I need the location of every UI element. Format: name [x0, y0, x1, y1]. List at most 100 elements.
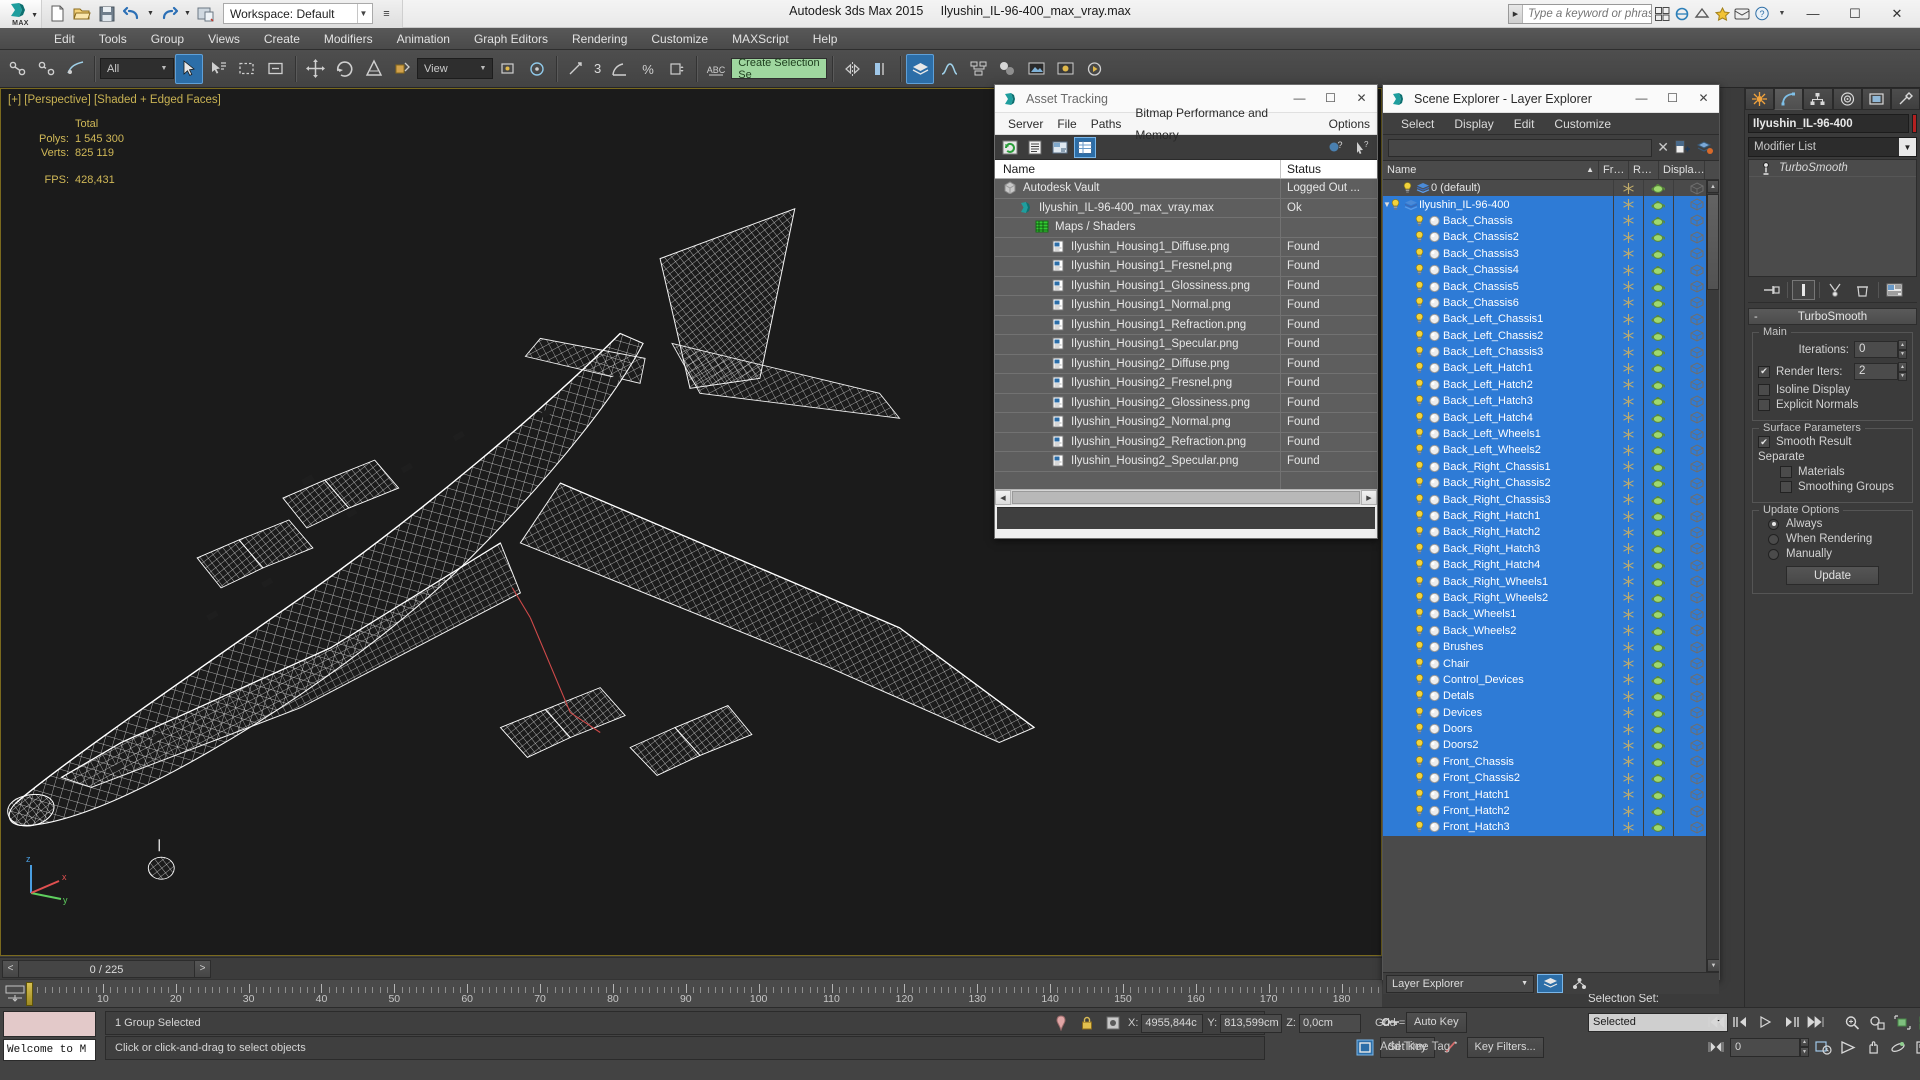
frozen-toggle-icon[interactable] — [1613, 590, 1643, 606]
grid-view-icon[interactable] — [1074, 137, 1096, 158]
maximize-button[interactable]: ☐ — [1834, 0, 1876, 27]
renderable-toggle-icon[interactable] — [1643, 196, 1673, 212]
scene-explorer-close[interactable]: ✕ — [1688, 85, 1719, 112]
asset-row[interactable]: Ilyushin_Housing1_Refraction.pngFound — [995, 316, 1377, 336]
lightbulb-icon[interactable] — [1413, 362, 1426, 374]
asset-row[interactable]: Ilyushin_Housing2_Glossiness.pngFound — [995, 394, 1377, 414]
renderable-toggle-icon[interactable] — [1643, 672, 1673, 688]
scene-explorer-minimize[interactable]: — — [1626, 85, 1657, 112]
redo-button[interactable] — [158, 3, 180, 25]
scene-explorer-row[interactable]: Back_Chassis2 — [1383, 229, 1719, 245]
scene-explorer-row[interactable]: 0 (default) — [1383, 180, 1719, 196]
signin-icon[interactable] — [1732, 3, 1752, 25]
renderable-toggle-icon[interactable] — [1643, 262, 1673, 278]
object-name-field[interactable] — [1748, 114, 1909, 133]
frozen-toggle-icon[interactable] — [1613, 377, 1643, 393]
workspace-selector[interactable]: Workspace: Default ▼ — [223, 3, 373, 24]
se-column-renderable[interactable]: R… — [1629, 161, 1659, 179]
select-and-place-button[interactable] — [388, 54, 416, 84]
asset-menu-bitmap-performance-and-memory[interactable]: Bitmap Performance and Memory — [1128, 102, 1321, 146]
modifier-list-chevron-icon[interactable]: ▼ — [1899, 138, 1916, 156]
open-file-button[interactable] — [71, 3, 93, 25]
lightbulb-icon[interactable] — [1389, 199, 1402, 211]
renderable-toggle-icon[interactable] — [1643, 278, 1673, 294]
asset-tracking-close[interactable]: ✕ — [1346, 85, 1377, 112]
frozen-toggle-icon[interactable] — [1613, 541, 1643, 557]
frame-field[interactable]: < 0 / 225 > — [2, 960, 211, 978]
lightbulb-icon[interactable] — [1413, 313, 1426, 325]
render-iters-spinner[interactable]: ▲▼ — [1898, 362, 1907, 381]
se-column-frozen[interactable]: Fr… — [1599, 161, 1629, 179]
scene-explorer-row[interactable]: Back_Left_Hatch1 — [1383, 360, 1719, 376]
rendered-frame-window-button[interactable] — [1051, 54, 1079, 84]
help-chevron-icon[interactable]: ▼ — [1772, 3, 1792, 25]
undo-button[interactable] — [121, 3, 143, 25]
frozen-toggle-icon[interactable] — [1613, 180, 1643, 196]
menu-item-create[interactable]: Create — [252, 28, 312, 50]
asset-row[interactable]: Ilyushin_Housing2_Normal.pngFound — [995, 413, 1377, 433]
lightbulb-icon[interactable] — [1413, 215, 1426, 227]
renderable-toggle-icon[interactable] — [1643, 737, 1673, 753]
tab-create[interactable] — [1745, 88, 1774, 110]
frozen-toggle-icon[interactable] — [1613, 672, 1643, 688]
explorer-mode-chevron-icon[interactable]: ▼ — [1521, 980, 1533, 987]
goto-end-button[interactable] — [1805, 1011, 1827, 1033]
previous-frame-button[interactable] — [1730, 1011, 1752, 1033]
frozen-toggle-icon[interactable] — [1613, 655, 1643, 671]
lightbulb-icon[interactable] — [1413, 772, 1426, 784]
frozen-toggle-icon[interactable] — [1613, 639, 1643, 655]
lightbulb-icon[interactable] — [1413, 461, 1426, 473]
coordinate-y[interactable]: Y: 813,599cm — [1207, 1014, 1282, 1033]
hscroll-right-arrow[interactable]: ▶ — [1361, 490, 1377, 505]
configure-modifier-sets-button[interactable] — [1883, 280, 1906, 300]
se-menu-edit[interactable]: Edit — [1504, 113, 1545, 135]
renderable-toggle-icon[interactable] — [1643, 229, 1673, 245]
maxscript-mini-listener[interactable]: Welcome to M — [3, 1039, 96, 1061]
workspace-grid-icon[interactable] — [1652, 3, 1672, 25]
next-frame-button[interactable]: > — [194, 960, 211, 978]
help-icon[interactable]: ? — [1752, 3, 1772, 25]
prev-frame-button[interactable]: < — [2, 960, 19, 978]
lightbulb-icon[interactable] — [1413, 477, 1426, 489]
renderable-toggle-icon[interactable] — [1643, 655, 1673, 671]
open-mini-curve-editor-icon[interactable] — [4, 984, 26, 1004]
lightbulb-icon[interactable] — [1413, 543, 1426, 555]
scene-explorer-row[interactable]: Back_Left_Hatch2 — [1383, 377, 1719, 393]
scene-explorer-row[interactable]: Back_Left_Chassis3 — [1383, 344, 1719, 360]
new-layer-icon[interactable] — [1674, 140, 1691, 155]
menu-item-rendering[interactable]: Rendering — [560, 28, 639, 50]
add-time-tag-icon[interactable] — [1354, 1037, 1376, 1058]
goto-start-button[interactable] — [1705, 1011, 1727, 1033]
renderable-toggle-icon[interactable] — [1643, 770, 1673, 786]
asset-row[interactable]: Ilyushin_Housing2_Specular.pngFound — [995, 452, 1377, 472]
coord-y-value[interactable]: 813,599cm — [1220, 1014, 1282, 1033]
renderable-toggle-icon[interactable] — [1643, 311, 1673, 327]
scene-explorer-row[interactable]: Back_Left_Chassis1 — [1383, 311, 1719, 327]
lightbulb-icon[interactable] — [1413, 264, 1426, 276]
undo-dropdown-icon[interactable]: ▼ — [146, 3, 155, 25]
asset-row[interactable]: Maps / Shaders — [995, 218, 1377, 238]
exchange-app-icon[interactable] — [1692, 3, 1712, 25]
lightbulb-icon[interactable] — [1413, 526, 1426, 538]
frozen-toggle-icon[interactable] — [1613, 360, 1643, 376]
select-by-name-button[interactable] — [204, 54, 232, 84]
renderable-toggle-icon[interactable] — [1643, 819, 1673, 835]
lightbulb-icon[interactable] — [1413, 231, 1426, 243]
use-pivot-point-center-button[interactable] — [494, 54, 522, 84]
asset-row[interactable]: Ilyushin_Housing2_Diffuse.pngFound — [995, 355, 1377, 375]
current-frame-field[interactable]: 0 — [1730, 1038, 1800, 1057]
current-frame-spinner[interactable]: ▲▼ — [1800, 1038, 1809, 1057]
scene-explorer-row[interactable]: Back_Right_Wheels1 — [1383, 573, 1719, 589]
lightbulb-icon[interactable] — [1413, 559, 1426, 571]
lightbulb-icon[interactable] — [1413, 395, 1426, 407]
frozen-toggle-icon[interactable] — [1613, 688, 1643, 704]
scene-explorer-maximize[interactable]: ☐ — [1657, 85, 1688, 112]
rectangular-selection-region-button[interactable] — [233, 54, 261, 84]
asset-column-status[interactable]: Status — [1280, 160, 1377, 178]
renderable-toggle-icon[interactable] — [1643, 786, 1673, 802]
frozen-toggle-icon[interactable] — [1613, 246, 1643, 262]
snap-toggle-button[interactable] — [562, 54, 590, 84]
object-color-swatch[interactable] — [1912, 114, 1917, 133]
render-setup-button[interactable] — [1022, 54, 1050, 84]
frozen-toggle-icon[interactable] — [1613, 426, 1643, 442]
